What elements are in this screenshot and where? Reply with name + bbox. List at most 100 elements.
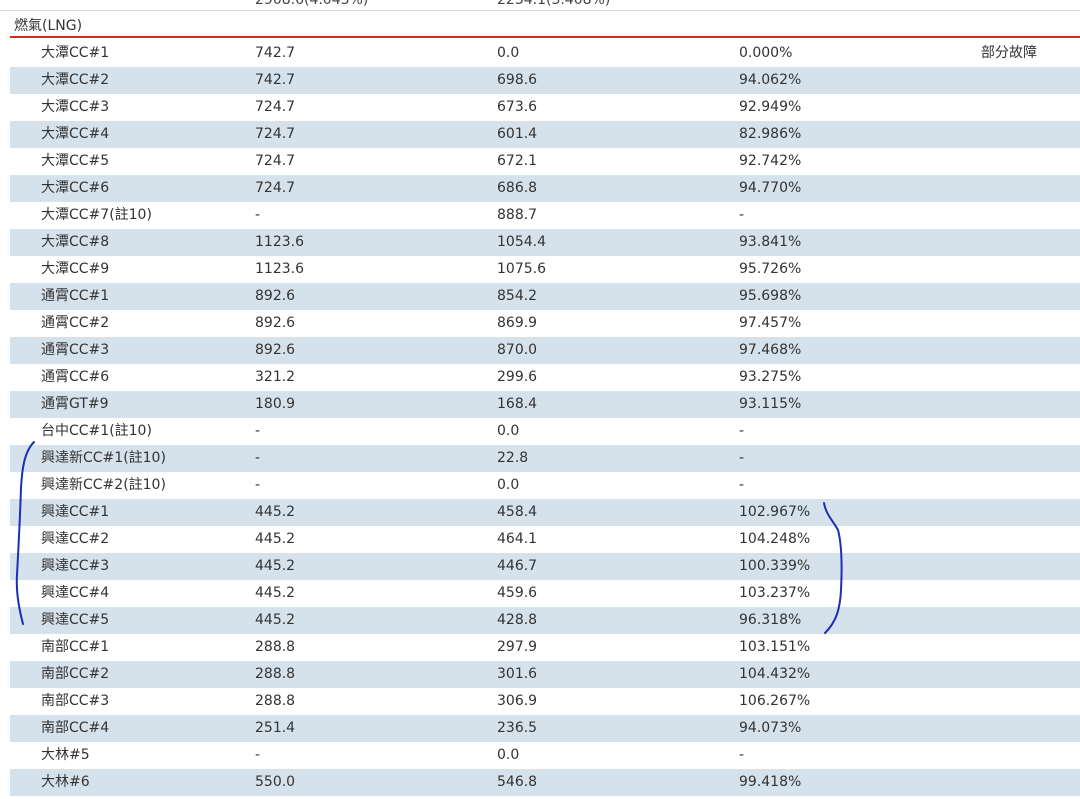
generation-cell: 686.8 [497, 180, 538, 196]
ratio-cell: 93.275% [739, 369, 802, 385]
generator-table: 大潭CC#1 742.7 0.0 0.000% 部分故障 大潭CC#2 742.7 698.6… [10, 40, 1080, 796]
capacity-cell: 724.7 [255, 180, 296, 196]
table-row: 通霄CC#6 321.2 299.6 93.275% [10, 364, 1080, 391]
capacity-cell: 445.2 [255, 585, 296, 601]
generation-cell: 0.0 [497, 423, 520, 439]
generation-cell: 301.6 [497, 666, 538, 682]
ratio-cell: - [739, 423, 745, 439]
table-row: 大潭CC#6 724.7 686.8 94.770% [10, 175, 1080, 202]
generation-cell: 299.6 [497, 369, 538, 385]
generation-cell: 0.0 [497, 45, 520, 61]
capacity-cell: 288.8 [255, 639, 296, 655]
table-row: 通霄CC#1 892.6 854.2 95.698% [10, 283, 1080, 310]
ratio-cell: 95.726% [739, 261, 802, 277]
generation-cell: 698.6 [497, 72, 538, 88]
capacity-cell: 892.6 [255, 342, 296, 358]
capacity-cell: 892.6 [255, 288, 296, 304]
generation-cell: 168.4 [497, 396, 538, 412]
capacity-cell: 1123.6 [255, 234, 304, 250]
generation-cell: 0.0 [497, 477, 520, 493]
capacity-cell: 288.8 [255, 693, 296, 709]
capacity-cell: 724.7 [255, 126, 296, 142]
ratio-cell: - [739, 747, 745, 763]
ratio-cell: 94.770% [739, 180, 802, 196]
ratio-cell: 93.115% [739, 396, 802, 412]
unit-name: 通霄CC#2 [41, 315, 110, 331]
ratio-cell: - [739, 207, 745, 223]
generation-cell: 869.9 [497, 315, 538, 331]
table-row: 興達CC#1 445.2 458.4 102.967% [10, 499, 1080, 526]
capacity-cell: 724.7 [255, 99, 296, 115]
table-row: 大潭CC#2 742.7 698.6 94.062% [10, 67, 1080, 94]
unit-name: 南部CC#3 [41, 693, 110, 709]
unit-name: 興達CC#1 [41, 504, 110, 520]
capacity-cell: - [255, 450, 261, 466]
table-row: 大潭CC#1 742.7 0.0 0.000% 部分故障 [10, 40, 1080, 67]
capacity-cell: 1123.6 [255, 261, 304, 277]
table-row: 台中CC#1(註10) - 0.0 - [10, 418, 1080, 445]
table-row: 大潭CC#9 1123.6 1075.6 95.726% [10, 256, 1080, 283]
ratio-cell: 96.318% [739, 612, 802, 628]
capacity-cell: - [255, 207, 261, 223]
table-row: 通霄CC#3 892.6 870.0 97.468% [10, 337, 1080, 364]
table-row: 興達CC#4 445.2 459.6 103.237% [10, 580, 1080, 607]
table-row: 南部CC#1 288.8 297.9 103.151% [10, 634, 1080, 661]
generation-cell: 854.2 [497, 288, 538, 304]
generation-cell: 601.4 [497, 126, 538, 142]
ratio-cell: - [739, 477, 745, 493]
unit-name: 通霄CC#1 [41, 288, 110, 304]
generation-cell: 0.0 [497, 747, 520, 763]
unit-name: 大林#6 [41, 774, 90, 790]
unit-name: 興達CC#3 [41, 558, 110, 574]
ratio-cell: 93.841% [739, 234, 802, 250]
generation-cell: 464.1 [497, 531, 538, 547]
ratio-cell: 95.698% [739, 288, 802, 304]
ratio-cell: 103.237% [739, 585, 811, 601]
unit-name: 興達CC#4 [41, 585, 110, 601]
table-row: 大林#6 550.0 546.8 99.418% [10, 769, 1080, 796]
table-row: 南部CC#3 288.8 306.9 106.267% [10, 688, 1080, 715]
capacity-cell: 742.7 [255, 45, 296, 61]
ratio-cell: 94.062% [739, 72, 802, 88]
unit-name: 台中CC#1(註10) [41, 423, 152, 439]
unit-name: 興達CC#5 [41, 612, 110, 628]
generation-cell: 459.6 [497, 585, 538, 601]
ratio-cell: 97.457% [739, 315, 802, 331]
generation-cell: 428.8 [497, 612, 538, 628]
ratio-cell: 92.742% [739, 153, 802, 169]
section-header-lng: 燃氣(LNG) [10, 11, 1080, 38]
capacity-cell: - [255, 747, 261, 763]
unit-name: 通霄GT#9 [41, 396, 109, 412]
capacity-cell: 445.2 [255, 504, 296, 520]
ratio-cell: 104.248% [739, 531, 811, 547]
table-row: 興達CC#5 445.2 428.8 96.318% [10, 607, 1080, 634]
unit-name: 大潭CC#1 [41, 45, 110, 61]
subtotal-generation: 2234.1(3.408%) [497, 0, 611, 8]
generation-cell: 672.1 [497, 153, 538, 169]
unit-name: 南部CC#2 [41, 666, 110, 682]
table-row: 通霄CC#2 892.6 869.9 97.457% [10, 310, 1080, 337]
capacity-cell: - [255, 477, 261, 493]
generation-cell: 673.6 [497, 99, 538, 115]
table-row: 興達新CC#2(註10) - 0.0 - [10, 472, 1080, 499]
generation-cell: 888.7 [497, 207, 538, 223]
subtotal-capacity: 2908.6(4.043%) [255, 0, 369, 8]
table-row: 南部CC#4 251.4 236.5 94.073% [10, 715, 1080, 742]
capacity-cell: 288.8 [255, 666, 296, 682]
generation-cell: 306.9 [497, 693, 538, 709]
unit-name: 大潭CC#4 [41, 126, 110, 142]
table-row: 南部CC#2 288.8 301.6 104.432% [10, 661, 1080, 688]
ratio-cell: 92.949% [739, 99, 802, 115]
note-cell: 部分故障 [981, 45, 1037, 61]
capacity-cell: 321.2 [255, 369, 296, 385]
unit-name: 大潭CC#7(註10) [41, 207, 152, 223]
table-row: 大林#5 - 0.0 - [10, 742, 1080, 769]
ratio-cell: 102.967% [739, 504, 811, 520]
unit-name: 通霄CC#3 [41, 342, 110, 358]
generation-cell: 458.4 [497, 504, 538, 520]
unit-name: 大潭CC#6 [41, 180, 110, 196]
generation-cell: 546.8 [497, 774, 538, 790]
capacity-cell: 742.7 [255, 72, 296, 88]
unit-name: 大潭CC#2 [41, 72, 110, 88]
previous-section-subtotal-row: 2908.6(4.043%) 2234.1(3.408%) [0, 0, 1080, 11]
